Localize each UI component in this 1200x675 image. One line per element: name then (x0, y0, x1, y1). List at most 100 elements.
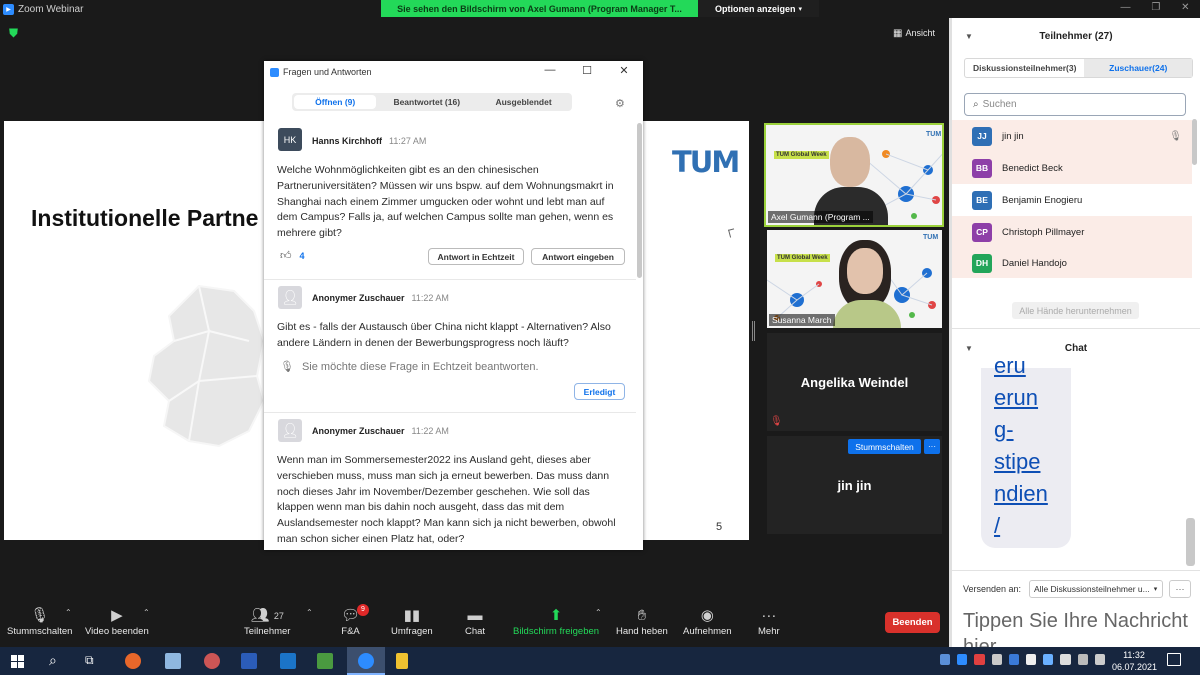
chat-more-button[interactable]: ··· (1169, 580, 1191, 598)
chat-button[interactable]: ▬ Chat (465, 606, 485, 637)
close-icon[interactable]: ✕ (1181, 2, 1189, 16)
chevron-up-icon[interactable]: ⌃ (595, 608, 602, 617)
participant-name: Benedict Beck (1002, 162, 1063, 174)
qa-dialog: Fragen und Antworten — ☐ ✕ Öffnen (9) Be… (264, 61, 643, 550)
participant-row[interactable]: BB Benedict Beck (952, 152, 1192, 184)
more-button[interactable]: ··· Mehr (758, 606, 780, 637)
chat-message-link[interactable]: eru erun g- stipe ndien / (994, 350, 1074, 542)
polls-button[interactable]: ▮▮ Umfragen (391, 606, 433, 637)
participant-row[interactable]: JJ jin jin 🎙︎ (952, 120, 1192, 152)
stop-video-button[interactable]: ▶ Video beenden (85, 606, 149, 637)
search-icon[interactable]: ⌕ (49, 652, 57, 669)
video-tile-jinjin[interactable]: Stummschalten ··· jin jin (767, 436, 942, 534)
avatar: BB (972, 158, 992, 178)
live-answer-note: 🎙︎ Sie möchte diese Frage in Echtzeit be… (280, 360, 539, 374)
word-icon[interactable] (241, 653, 257, 669)
chevron-up-icon[interactable]: ⌃ (143, 608, 150, 617)
participants-title: Teilnehmer (27) (1039, 31, 1113, 42)
meeting-toolbar: 🎙︎ Stummschalten ⌃ ▶ Video beenden ⌃ 👥︎ … (0, 598, 949, 647)
chat-label: Chat (465, 626, 486, 637)
like-button[interactable]: 👍︎ 4 (280, 249, 305, 262)
taskbar-clock[interactable]: 11:32 06.07.2021 (1112, 649, 1157, 673)
minimize-icon[interactable]: — (543, 64, 557, 76)
task-view-icon[interactable]: ⧉ (85, 653, 94, 668)
participant-row[interactable]: BE Benjamin Enogieru (952, 184, 1192, 216)
zoom-taskbar-icon[interactable] (347, 647, 385, 675)
view-button[interactable]: ▦ Ansicht (893, 26, 945, 40)
raise-hand-button[interactable]: ✋︎ Hand heben (616, 606, 668, 637)
mute-button[interactable]: 🎙︎ Stummschalten (7, 606, 72, 637)
avatar: JJ (972, 126, 992, 146)
participants-tabs: Diskussionsteilnehmer(3) Zuschauer(24) (964, 58, 1193, 78)
bar-chart-icon: ▮▮ (403, 607, 421, 624)
record-button[interactable]: ◉ Aufnehmen (683, 606, 732, 637)
avatar: HK (278, 128, 302, 151)
participant-more-button[interactable]: ··· (924, 439, 940, 454)
video-tile-susanna[interactable]: TUM Global Week TUM Susanna March (767, 230, 942, 328)
firefox-icon[interactable] (125, 653, 141, 669)
splitter-handle[interactable] (752, 321, 755, 341)
chat-line: g- (994, 417, 1014, 442)
tab-panelists[interactable]: Diskussionsteilnehmer(3) (965, 59, 1084, 77)
qa-title: Fragen und Antworten (283, 67, 372, 77)
tab-attendees[interactable]: Zuschauer(24) (1084, 59, 1192, 77)
view-options-button[interactable]: Optionen anzeigen ▾ (698, 0, 819, 17)
participant-row[interactable]: DH Daniel Handojo (952, 248, 1192, 278)
chevron-down-icon: ▾ (798, 5, 803, 13)
tab-open[interactable]: Öffnen (9) (294, 95, 377, 109)
windows-start-icon[interactable] (11, 655, 24, 668)
close-icon[interactable]: ✕ (617, 64, 631, 77)
participants-count: 27 (273, 611, 284, 621)
microphone-icon: 🎙︎ (1169, 130, 1182, 142)
send-to-select[interactable]: Alle Diskussionsteilnehmer u... ▾ (1029, 580, 1163, 598)
chat-line: eru (994, 353, 1026, 378)
answer-live-button[interactable]: Antwort in Echtzeit (428, 248, 524, 265)
shield-icon[interactable]: ⛊ (9, 27, 21, 40)
search-input[interactable]: ⌕ Suchen (964, 93, 1186, 116)
tab-answered[interactable]: Beantwortet (16) (378, 93, 475, 111)
chat-title: Chat (1064, 343, 1088, 354)
more-label: Mehr (758, 626, 780, 637)
mute-participant-button[interactable]: Stummschalten (848, 439, 921, 454)
chat-line: / (994, 513, 1001, 538)
video-tile-axel[interactable]: TUM Global Week TUM Axel Gumann (Program… (764, 123, 944, 227)
video-name-label: Axel Gumann (Program ... (768, 211, 873, 223)
done-button[interactable]: Erledigt (574, 383, 625, 400)
chevron-up-icon[interactable]: ⌃ (306, 608, 313, 617)
video-participant-name: jin jin (837, 478, 872, 493)
minimize-icon[interactable]: — (1120, 2, 1130, 16)
participant-row[interactable]: CP Christoph Pillmayer (952, 216, 1192, 248)
maximize-icon[interactable]: ☐ (580, 64, 594, 77)
chat-scrollbar[interactable] (1186, 518, 1195, 566)
participant-name: Benjamin Enogieru (1002, 194, 1083, 206)
zoom-app-icon (270, 67, 279, 77)
share-screen-button[interactable]: ⬆ Bildschirm freigeben (513, 606, 599, 637)
outlook-icon[interactable] (280, 653, 296, 669)
chat-input[interactable]: Tippen Sie Ihre Nachricht hier... (963, 608, 1193, 647)
participants-icon-group: 👥︎ 27 (244, 606, 290, 626)
participants-scrollbar[interactable] (1192, 119, 1197, 165)
participant-face (847, 248, 883, 294)
image-viewer-icon[interactable] (317, 653, 333, 669)
notepad-icon[interactable] (165, 653, 181, 669)
send-to-value: Alle Diskussionsteilnehmer u... (1034, 584, 1150, 594)
tab-dismissed[interactable]: Ausgeblendet (475, 93, 572, 111)
paint-icon[interactable] (204, 653, 220, 669)
zoom-app-icon: ▶ (3, 3, 14, 15)
video-slide-tag: TUM Global Week (775, 254, 830, 262)
video-participant-name: Angelika Weindel (800, 375, 909, 390)
participants-button[interactable]: 👥︎ 27 Teilnehmer (244, 606, 290, 637)
qa-scrollbar[interactable] (637, 123, 642, 278)
slide-map (147, 284, 266, 448)
lower-all-hands-button[interactable]: Alle Hände herunternehmen (1012, 302, 1139, 319)
gear-icon[interactable]: ⚙ (615, 97, 625, 110)
notification-icon[interactable] (1167, 653, 1181, 666)
file-explorer-icon[interactable] (396, 653, 408, 669)
maximize-icon[interactable]: ❐ (1151, 2, 1160, 16)
end-meeting-button[interactable]: Beenden (885, 612, 940, 633)
chevron-down-icon: ▾ (1153, 586, 1158, 593)
type-answer-button[interactable]: Antwort eingeben (531, 248, 625, 265)
avatar-icon: 👤︎ (278, 286, 302, 309)
chevron-up-icon[interactable]: ⌃ (65, 608, 72, 617)
video-tile-angelika[interactable]: Angelika Weindel 🎙︎ (767, 333, 942, 431)
